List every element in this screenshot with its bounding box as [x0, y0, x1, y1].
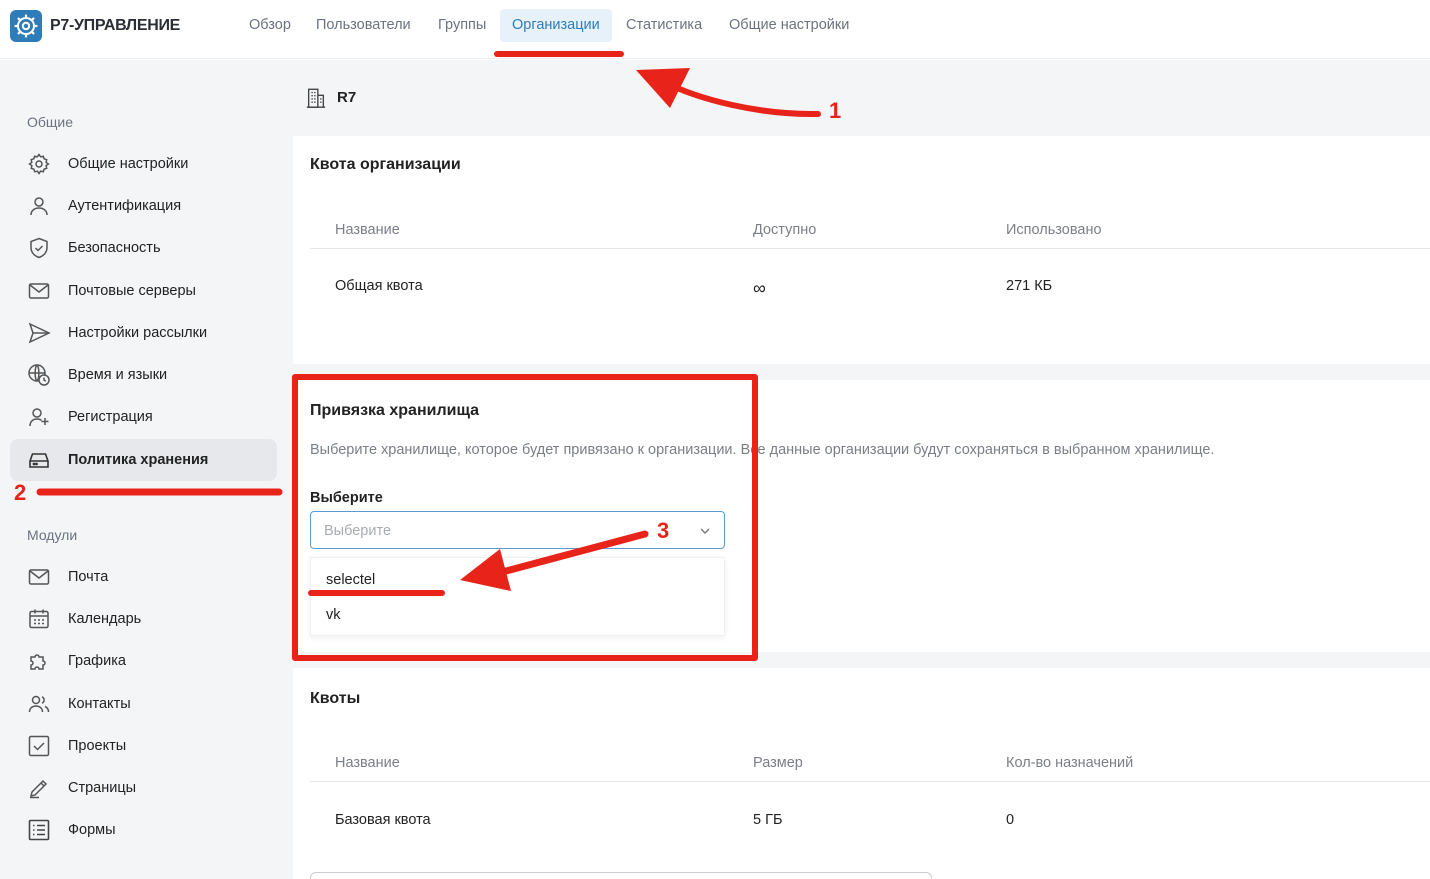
sidebar-item-label: Безопасность	[68, 240, 161, 256]
quota-available-cell: ∞	[753, 278, 766, 298]
pagination-bar[interactable]	[310, 872, 932, 879]
sidebar-item-label: Почтовые серверы	[68, 283, 196, 299]
column-header-name: Название	[335, 222, 400, 238]
storage-icon	[29, 453, 49, 468]
quota-name-cell: Общая квота	[335, 278, 423, 294]
calendar-icon	[29, 609, 49, 629]
sidebar-section-general: Общие	[27, 114, 74, 130]
org-quota-card	[293, 136, 1430, 364]
org-name: R7	[337, 89, 357, 106]
app-logo-icon[interactable]	[10, 10, 42, 42]
chevron-down-icon	[700, 528, 710, 534]
sidebar-item-label: Формы	[68, 822, 116, 838]
sidebar-item-pages[interactable]: Страницы	[10, 767, 277, 809]
storage-dropdown: selectel vk	[310, 557, 725, 636]
sidebar-item-label: Контакты	[68, 696, 131, 712]
storage-option-vk[interactable]: vk	[326, 607, 341, 623]
mail-icon	[28, 569, 50, 585]
storage-select-label: Выберите	[310, 490, 383, 506]
sidebar-item-general-settings[interactable]: Общие настройки	[10, 143, 277, 185]
tab-groups[interactable]: Группы	[438, 17, 486, 33]
column-header-assignments: Кол-во назначений	[1006, 755, 1134, 771]
sidebar-item-label: Время и языки	[68, 367, 168, 383]
quota-used-cell: 271 КБ	[1006, 278, 1053, 294]
tab-overview[interactable]: Обзор	[249, 17, 291, 33]
sidebar-item-label: Политика хранения	[68, 452, 209, 468]
user-icon	[30, 197, 48, 216]
storage-select-placeholder: Выберите	[324, 523, 392, 539]
quota-row-assignments: 0	[1006, 812, 1015, 828]
sidebar-item-label: Почта	[68, 569, 109, 585]
tab-general-settings[interactable]: Общие настройки	[729, 17, 849, 33]
quota-row-name[interactable]: Базовая квота	[335, 812, 431, 828]
column-header-name: Название	[335, 755, 400, 771]
top-bar: Р7-УПРАВЛЕНИЕ Обзор Пользователи Группы …	[0, 0, 1430, 59]
annotation-number-1: 1	[829, 98, 842, 123]
user-add-icon	[29, 408, 49, 427]
sidebar-item-storage-policy[interactable]: Политика хранения	[10, 439, 277, 481]
storage-option-selectel[interactable]: selectel	[326, 572, 375, 588]
table-divider	[310, 781, 1430, 782]
sidebar-item-time-languages[interactable]: Время и языки	[10, 354, 277, 396]
sidebar-section-modules: Модули	[27, 527, 78, 543]
send-icon	[28, 322, 51, 344]
sidebar-item-mailing-settings[interactable]: Настройки рассылки	[10, 312, 277, 354]
storage-binding-title: Привязка хранилища	[310, 402, 480, 419]
annotation-number-3: 3	[657, 518, 670, 543]
sidebar-item-forms[interactable]: Формы	[10, 809, 277, 851]
sidebar-item-graphics[interactable]: Графика	[10, 640, 277, 682]
contacts-icon	[28, 695, 50, 713]
sidebar-item-label: Графика	[68, 653, 126, 669]
sidebar-item-label: Календарь	[68, 611, 142, 627]
column-header-used: Использовано	[1006, 222, 1102, 238]
sidebar-item-projects[interactable]: Проекты	[10, 725, 277, 767]
table-divider	[310, 248, 1430, 249]
annotation-number-2: 2	[14, 480, 27, 505]
sidebar-item-mail-servers[interactable]: Почтовые серверы	[10, 270, 277, 312]
globe-clock-icon	[28, 364, 50, 386]
sidebar-item-label: Проекты	[68, 738, 127, 754]
building-icon	[306, 88, 326, 108]
sidebar-item-contacts[interactable]: Контакты	[10, 683, 277, 725]
checkbox-icon	[28, 735, 50, 757]
sidebar-item-label: Регистрация	[68, 409, 153, 425]
quotas-card	[293, 668, 1430, 879]
org-quota-title: Квота организации	[310, 156, 461, 173]
sidebar-item-label: Аутентификация	[68, 198, 182, 214]
sidebar-item-security[interactable]: Безопасность	[10, 227, 277, 269]
sidebar-item-registration[interactable]: Регистрация	[10, 396, 277, 438]
shield-icon	[30, 237, 48, 259]
sidebar-item-authentication[interactable]: Аутентификация	[10, 185, 277, 227]
sidebar-item-mail[interactable]: Почта	[10, 556, 277, 598]
sidebar-item-calendar[interactable]: Календарь	[10, 598, 277, 640]
form-icon	[28, 819, 50, 841]
tab-users[interactable]: Пользователи	[316, 17, 411, 33]
sidebar-item-label: Страницы	[68, 780, 137, 796]
mail-icon	[28, 283, 50, 299]
column-header-available: Доступно	[753, 222, 817, 238]
sidebar-item-label: Общие настройки	[68, 156, 189, 172]
tab-statistics[interactable]: Статистика	[626, 17, 702, 33]
column-header-size: Размер	[753, 755, 803, 771]
pen-icon	[29, 779, 48, 799]
puzzle-icon	[30, 654, 46, 670]
gear-icon	[28, 153, 50, 175]
app-title: Р7-УПРАВЛЕНИЕ	[50, 17, 181, 34]
quotas-title: Квоты	[310, 690, 361, 707]
sidebar-item-label: Настройки рассылки	[68, 325, 208, 341]
org-header	[305, 86, 327, 110]
storage-binding-description: Выберите хранилище, которое будет привяз…	[310, 442, 1215, 458]
tab-organizations[interactable]: Организации	[512, 17, 600, 33]
quota-row-size: 5 ГБ	[753, 812, 783, 828]
